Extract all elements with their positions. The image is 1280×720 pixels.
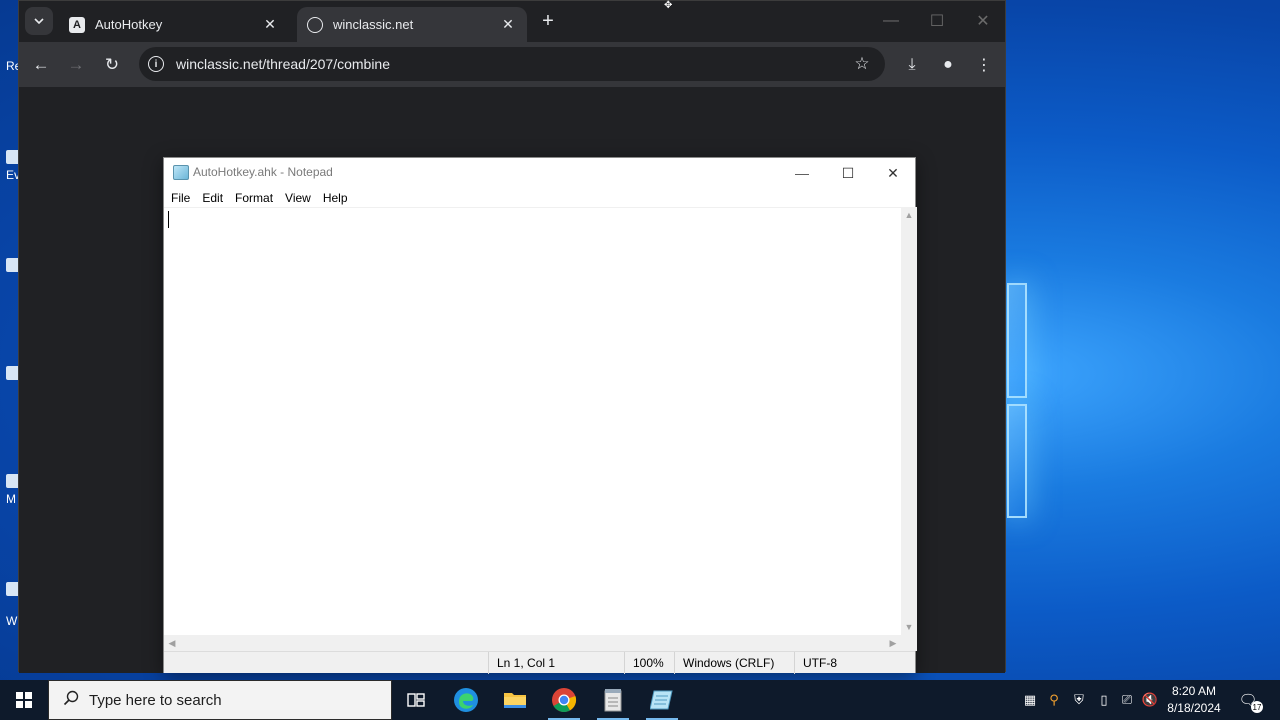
scroll-left-icon[interactable]: ◀ bbox=[164, 635, 180, 651]
bookmark-star-icon[interactable]: ☆ bbox=[851, 54, 873, 74]
tray-search-icon[interactable]: ⚲ bbox=[1045, 691, 1063, 709]
text-caret bbox=[168, 211, 169, 228]
tab-close-icon[interactable]: ✕ bbox=[261, 16, 279, 34]
tab-title: winclassic.net bbox=[333, 17, 414, 32]
tab-winclassic[interactable]: winclassic.net ✕ bbox=[297, 7, 527, 42]
notepad-maximize-button[interactable]: ☐ bbox=[825, 158, 871, 188]
reload-button[interactable]: ↻ bbox=[99, 52, 125, 78]
volume-muted-icon[interactable]: 🔇 bbox=[1141, 691, 1159, 709]
taskbar-clock[interactable]: 8:20 AM 8/18/2024 bbox=[1160, 683, 1228, 717]
clock-time: 8:20 AM bbox=[1171, 684, 1217, 698]
forward-button[interactable]: → bbox=[63, 52, 89, 78]
windows-logo-pane-bottom bbox=[1007, 404, 1027, 518]
notepad-statusbar: Ln 1, Col 1 100% Windows (CRLF) UTF-8 bbox=[164, 651, 917, 674]
status-zoom: 100% bbox=[624, 652, 674, 674]
notification-count-badge: 17 bbox=[1251, 701, 1263, 713]
chrome-taskbar-button[interactable] bbox=[540, 680, 588, 720]
download-icon[interactable]: ⤓ bbox=[899, 52, 925, 78]
horizontal-scrollbar[interactable]: ◀ ▶ bbox=[164, 635, 901, 651]
tab-autohotkey[interactable]: A AutoHotkey ✕ bbox=[59, 7, 289, 42]
scroll-down-icon[interactable]: ▼ bbox=[901, 619, 917, 635]
windows-logo-icon bbox=[16, 692, 32, 708]
menu-view[interactable]: View bbox=[280, 191, 316, 205]
notepad-menubar: File Edit Format View Help bbox=[164, 188, 915, 207]
network-icon[interactable]: ⎚ bbox=[1118, 691, 1136, 709]
address-bar[interactable]: i winclassic.net/thread/207/combine ☆ bbox=[139, 47, 885, 81]
notepad-text-area[interactable] bbox=[164, 207, 901, 635]
url-text[interactable]: winclassic.net/thread/207/combine bbox=[176, 56, 851, 72]
taskbar-search-box[interactable]: Type here to search bbox=[48, 680, 392, 720]
tab-search-button[interactable] bbox=[25, 7, 53, 35]
notepad-app-taskbar-button[interactable] bbox=[589, 680, 637, 720]
status-encoding: UTF-8 bbox=[794, 652, 917, 674]
menu-edit[interactable]: Edit bbox=[197, 191, 228, 205]
browser-maximize-button[interactable]: ☐ bbox=[925, 9, 949, 33]
clock-date: 8/18/2024 bbox=[1167, 701, 1221, 715]
start-button[interactable] bbox=[0, 680, 48, 720]
browser-minimize-button[interactable]: — bbox=[879, 9, 903, 33]
vertical-scrollbar[interactable]: ▲ ▼ bbox=[901, 207, 917, 635]
notepad-icon bbox=[650, 690, 673, 710]
globe-icon bbox=[307, 16, 323, 33]
folder-icon bbox=[504, 693, 526, 708]
notepad-minimize-button[interactable]: — bbox=[779, 158, 825, 188]
back-button[interactable]: ← bbox=[28, 52, 54, 78]
desktop-icon-label[interactable]: W bbox=[6, 614, 17, 628]
windows-logo-pane-top bbox=[1007, 283, 1027, 398]
mouse-cursor-icon: ✥ bbox=[664, 0, 673, 11]
notepad-close-button[interactable]: ✕ bbox=[870, 158, 916, 188]
task-view-icon bbox=[407, 693, 425, 707]
action-center-button[interactable]: 🗨 17 bbox=[1236, 689, 1263, 713]
notepad-title: AutoHotkey.ahk - Notepad bbox=[193, 165, 333, 179]
site-info-icon[interactable]: i bbox=[148, 56, 164, 72]
notepad-taskbar-button[interactable] bbox=[638, 680, 686, 720]
scroll-up-icon[interactable]: ▲ bbox=[901, 207, 917, 223]
edge-icon bbox=[454, 688, 478, 712]
chevron-down-icon bbox=[34, 18, 44, 24]
search-placeholder: Type here to search bbox=[89, 691, 222, 709]
menu-file[interactable]: File bbox=[166, 191, 195, 205]
tray-app-icon[interactable]: ▦ bbox=[1021, 691, 1039, 709]
tab-title: AutoHotkey bbox=[95, 17, 163, 32]
status-line-endings: Windows (CRLF) bbox=[674, 652, 794, 674]
notepad-window: AutoHotkey.ahk - Notepad — ☐ ✕ File Edit… bbox=[163, 157, 917, 674]
desktop-icon-label[interactable]: M bbox=[6, 492, 16, 506]
browser-toolbar: ← → ↻ i winclassic.net/thread/207/combin… bbox=[19, 42, 1005, 87]
status-position: Ln 1, Col 1 bbox=[488, 652, 624, 674]
scroll-right-icon[interactable]: ▶ bbox=[885, 635, 901, 651]
letter-a-icon: A bbox=[69, 16, 85, 33]
search-icon bbox=[63, 690, 83, 711]
scrollbar-corner bbox=[901, 635, 917, 651]
taskbar: Type here to search ▦ ⚲ ⛨ ▯ ⎚ 🔇 8:20 AM … bbox=[0, 680, 1280, 720]
new-tab-button[interactable]: + bbox=[537, 10, 559, 32]
profile-icon[interactable]: ● bbox=[935, 52, 961, 78]
tab-close-icon[interactable]: ✕ bbox=[499, 16, 517, 34]
chrome-icon bbox=[552, 688, 577, 713]
edge-taskbar-button[interactable] bbox=[442, 680, 490, 720]
notepad-titlebar[interactable]: AutoHotkey.ahk - Notepad — ☐ ✕ bbox=[164, 158, 915, 188]
browser-close-button[interactable]: ✕ bbox=[971, 9, 995, 33]
file-explorer-taskbar-button[interactable] bbox=[491, 680, 539, 720]
menu-help[interactable]: Help bbox=[318, 191, 353, 205]
menu-format[interactable]: Format bbox=[230, 191, 278, 205]
task-view-button[interactable] bbox=[392, 680, 440, 720]
tab-strip: A AutoHotkey ✕ winclassic.net ✕ + — ☐ ✕ bbox=[19, 1, 1005, 42]
notepad-app-icon bbox=[173, 165, 189, 180]
windows-security-icon[interactable]: ⛨ bbox=[1070, 691, 1088, 709]
browser-menu-icon[interactable]: ⋮ bbox=[971, 52, 997, 78]
usb-device-icon[interactable]: ▯ bbox=[1095, 691, 1113, 709]
notepad-app-icon bbox=[604, 689, 622, 712]
